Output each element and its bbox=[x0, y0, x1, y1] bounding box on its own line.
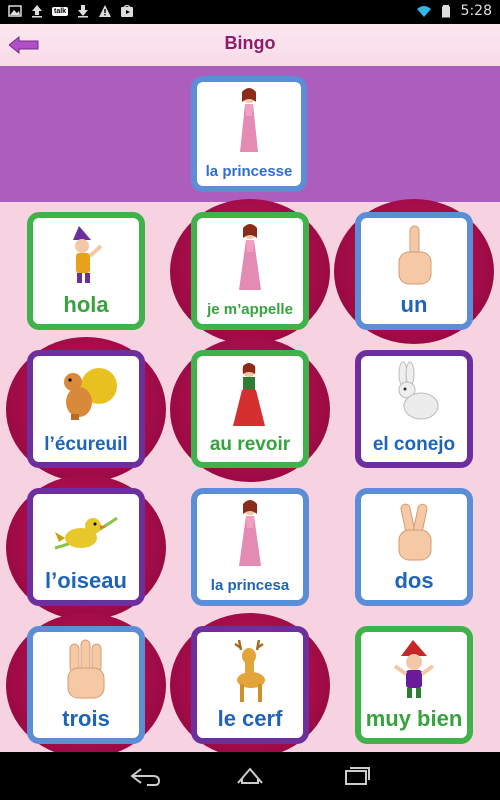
card-label: trois bbox=[62, 706, 110, 731]
card-label: la princesa bbox=[210, 577, 290, 594]
card-label: le cerf bbox=[217, 706, 283, 731]
red-dress-lady-icon bbox=[197, 360, 303, 430]
elf-icon bbox=[361, 636, 467, 706]
bingo-card[interactable]: un bbox=[355, 212, 473, 330]
bingo-card[interactable]: la princesa bbox=[191, 488, 309, 606]
nav-home-icon bbox=[237, 767, 263, 784]
nav-recents-button[interactable] bbox=[336, 764, 376, 788]
three-fingers-hand-icon bbox=[33, 636, 139, 706]
bingo-card[interactable]: l’oiseau bbox=[27, 488, 145, 606]
nav-home-button[interactable] bbox=[230, 764, 270, 788]
deer-icon bbox=[197, 636, 303, 706]
app-header: Bingo bbox=[0, 24, 500, 67]
bingo-card[interactable]: el conejo bbox=[355, 350, 473, 468]
target-card: la princesse bbox=[191, 76, 307, 192]
rabbit-icon bbox=[361, 360, 467, 430]
bingo-card[interactable]: l’écureuil bbox=[27, 350, 145, 468]
squirrel-icon bbox=[33, 360, 139, 430]
play-store-icon bbox=[120, 4, 134, 18]
card-label: je m’appelle bbox=[207, 301, 293, 318]
status-time: 5:28 bbox=[460, 3, 492, 19]
one-finger-hand-icon bbox=[361, 222, 467, 292]
wifi-icon bbox=[416, 4, 431, 18]
download-icon bbox=[76, 4, 90, 18]
battery-icon bbox=[439, 4, 453, 18]
card-label: un bbox=[400, 292, 428, 317]
bingo-card[interactable]: trois bbox=[27, 626, 145, 744]
gnome-icon bbox=[33, 222, 139, 292]
nav-back-icon bbox=[130, 768, 161, 786]
warning-icon bbox=[98, 4, 112, 18]
nav-recents-icon bbox=[345, 767, 370, 785]
page-title: Bingo bbox=[224, 33, 276, 53]
upload-icon bbox=[30, 4, 44, 18]
princess-icon bbox=[197, 222, 303, 292]
image-notification-icon bbox=[8, 4, 22, 18]
bingo-card[interactable]: le cerf bbox=[191, 626, 309, 744]
navigation-bar bbox=[0, 752, 500, 800]
card-label: l’oiseau bbox=[45, 568, 127, 593]
card-label: el conejo bbox=[372, 434, 456, 455]
status-bar: talk 5:28 bbox=[0, 0, 500, 24]
card-label: dos bbox=[394, 568, 434, 593]
bingo-card[interactable]: muy bien bbox=[355, 626, 473, 744]
card-label: muy bien bbox=[365, 706, 463, 731]
target-label: la princesse bbox=[205, 163, 293, 180]
princess-icon bbox=[240, 88, 258, 152]
bird-icon bbox=[33, 498, 139, 568]
two-fingers-hand-icon bbox=[361, 498, 467, 568]
talk-icon: talk bbox=[52, 6, 69, 16]
bingo-card[interactable]: dos bbox=[355, 488, 473, 606]
bingo-card[interactable]: hola bbox=[27, 212, 145, 330]
card-label: l’écureuil bbox=[44, 434, 128, 455]
bingo-card[interactable]: je m’appelle bbox=[191, 212, 309, 330]
nav-back-button[interactable] bbox=[125, 764, 165, 788]
card-label: au revoir bbox=[209, 434, 291, 455]
bingo-card[interactable]: au revoir bbox=[191, 350, 309, 468]
princess-icon bbox=[197, 498, 303, 568]
card-label: hola bbox=[63, 292, 109, 317]
